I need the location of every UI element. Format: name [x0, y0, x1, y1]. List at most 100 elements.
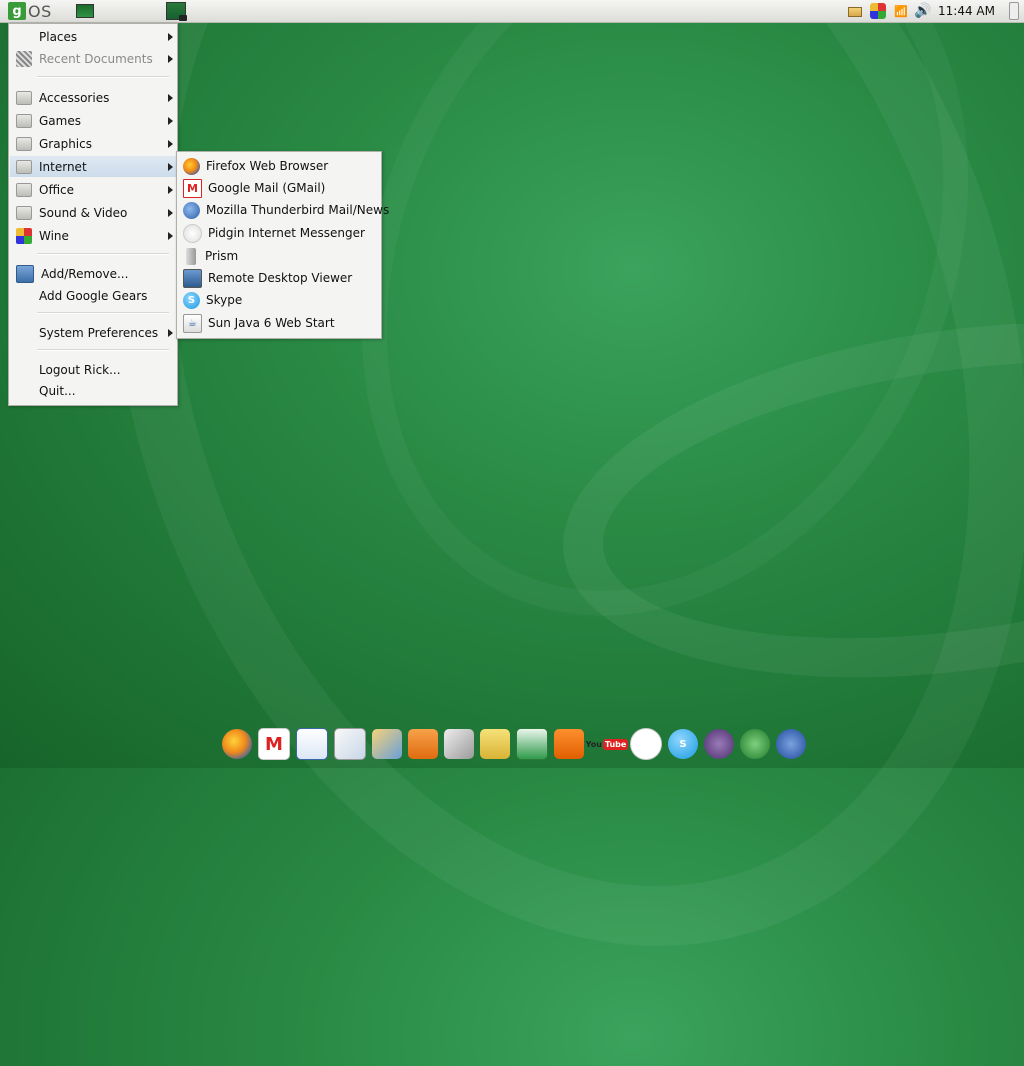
menu-item-games[interactable]: Games	[10, 110, 176, 131]
menu-separator	[37, 253, 169, 255]
submenu-arrow-icon	[168, 116, 173, 125]
submenu-item-firefox[interactable]: Firefox Web Browser	[178, 155, 380, 177]
submenu-item-label: Mozilla Thunderbird Mail/News	[206, 203, 390, 217]
openoffice-calc-icon[interactable]	[740, 729, 770, 759]
battery-icon[interactable]	[848, 6, 863, 17]
menu-item-recent-documents[interactable]: Recent Documents	[10, 48, 176, 69]
menu-item-label: Quit...	[39, 383, 76, 398]
screenshot-icon[interactable]	[165, 2, 187, 21]
pidgin-icon	[183, 223, 202, 243]
menu-item-office[interactable]: Office	[10, 179, 176, 200]
skype-icon[interactable]: S	[668, 729, 698, 759]
submenu-item-label: Sun Java 6 Web Start	[208, 316, 335, 330]
submenu-item-label: Prism	[205, 249, 239, 263]
clock[interactable]: 11:44 AM	[938, 4, 995, 18]
spreadsheet-icon[interactable]	[516, 728, 548, 760]
menu-item-label: Wine	[39, 228, 69, 243]
java-icon: ☕	[183, 313, 202, 333]
gmail-icon[interactable]: M	[258, 728, 290, 760]
submenu-item-thunderbird[interactable]: Mozilla Thunderbird Mail/News	[178, 199, 389, 221]
menu-item-label: System Preferences	[39, 325, 159, 340]
dock: M You Tube S	[222, 725, 812, 763]
gos-logo-g: g	[8, 2, 26, 20]
submenu-arrow-icon	[168, 185, 173, 194]
rss-reader-icon[interactable]	[408, 729, 438, 759]
network-icon[interactable]: 📶	[894, 4, 908, 18]
menu-item-label: Office	[39, 182, 75, 197]
menu-item-add-google-gears[interactable]: Add Google Gears	[10, 285, 176, 306]
submenu-item-java-web-start[interactable]: ☕ Sun Java 6 Web Start	[178, 312, 380, 334]
thunderbird-icon	[183, 201, 200, 219]
menu-item-system-preferences[interactable]: System Preferences	[10, 322, 176, 343]
firefox-icon[interactable]	[222, 729, 252, 759]
submenu-item-pidgin[interactable]: Pidgin Internet Messenger	[178, 222, 380, 244]
menu-item-internet[interactable]: Internet	[10, 156, 176, 177]
menu-item-label: Games	[39, 113, 81, 128]
skype-icon: S	[183, 291, 200, 309]
firefox-icon	[183, 157, 200, 175]
volume-icon[interactable]: 🔊	[914, 3, 931, 19]
menu-item-places[interactable]: Places	[10, 26, 176, 47]
photos-icon[interactable]	[372, 729, 402, 759]
submenu-arrow-icon	[168, 328, 173, 337]
main-menu: Places Recent Documents Accessories Game…	[8, 23, 178, 406]
submenu-item-label: Skype	[206, 293, 243, 307]
gmail-icon: M	[183, 178, 202, 198]
blogger-icon[interactable]	[554, 729, 584, 759]
graphics-icon	[16, 136, 32, 151]
submenu-arrow-icon	[168, 231, 173, 240]
internet-submenu: Firefox Web Browser M Google Mail (GMail…	[176, 151, 389, 339]
menu-item-label: Recent Documents	[39, 51, 153, 66]
submenu-arrow-icon	[168, 208, 173, 217]
shopping-icon[interactable]	[480, 729, 510, 759]
submenu-arrow-icon	[168, 162, 173, 171]
menu-item-add-remove[interactable]: Add/Remove...	[10, 263, 176, 284]
sound-video-icon	[16, 205, 32, 220]
youtube-icon[interactable]: You Tube	[586, 729, 629, 759]
menu-separator	[37, 76, 169, 78]
submenu-arrow-icon	[168, 93, 173, 102]
youtube-text: Tube	[602, 738, 629, 750]
office-icon	[16, 182, 32, 197]
submenu-item-gmail[interactable]: M Google Mail (GMail)	[178, 177, 380, 199]
submenu-item-remote-desktop[interactable]: Remote Desktop Viewer	[178, 267, 380, 289]
submenu-item-label: Pidgin Internet Messenger	[208, 226, 365, 240]
menu-item-quit[interactable]: Quit...	[10, 380, 176, 401]
menu-item-sound-video[interactable]: Sound & Video	[10, 202, 176, 223]
recent-documents-icon	[16, 50, 32, 67]
submenu-item-prism[interactable]: Prism	[178, 245, 380, 267]
system-tray: 📶 🔊 11:44 AM	[848, 0, 1024, 22]
background-swoosh	[540, 275, 1024, 725]
talk-icon[interactable]	[630, 728, 662, 760]
menu-item-label: Logout Rick...	[39, 362, 121, 377]
menu-item-logout[interactable]: Logout Rick...	[10, 359, 176, 380]
panel-handle[interactable]	[1009, 2, 1019, 20]
menu-item-label: Accessories	[39, 90, 110, 105]
menu-item-wine[interactable]: Wine	[10, 225, 176, 246]
submenu-arrow-icon	[168, 32, 173, 41]
submenu-arrow-icon	[168, 54, 173, 63]
news-icon[interactable]	[444, 729, 474, 759]
games-icon	[16, 113, 32, 128]
menu-separator	[37, 349, 169, 351]
menu-item-graphics[interactable]: Graphics	[10, 133, 176, 154]
accessories-icon	[16, 90, 32, 105]
gos-menu-button[interactable]: g OS	[8, 1, 52, 21]
show-desktop-icon[interactable]	[75, 4, 94, 18]
remote-desktop-icon	[183, 268, 202, 288]
top-panel: g OS 📶 🔊 11:44 AM	[0, 0, 1024, 23]
openoffice-icon[interactable]	[704, 729, 734, 759]
wine-tray-icon[interactable]	[870, 3, 887, 19]
openoffice-writer-icon[interactable]	[776, 729, 806, 759]
internet-icon	[16, 159, 32, 174]
menu-separator	[37, 312, 169, 314]
wine-icon	[16, 227, 32, 244]
submenu-arrow-icon	[168, 139, 173, 148]
submenu-item-label: Firefox Web Browser	[206, 159, 329, 173]
docs-icon[interactable]	[334, 728, 366, 760]
menu-item-label: Places	[39, 29, 78, 44]
submenu-item-label: Google Mail (GMail)	[208, 181, 326, 195]
submenu-item-skype[interactable]: S Skype	[178, 289, 380, 311]
menu-item-accessories[interactable]: Accessories	[10, 87, 176, 108]
calendar-icon[interactable]	[296, 728, 328, 760]
